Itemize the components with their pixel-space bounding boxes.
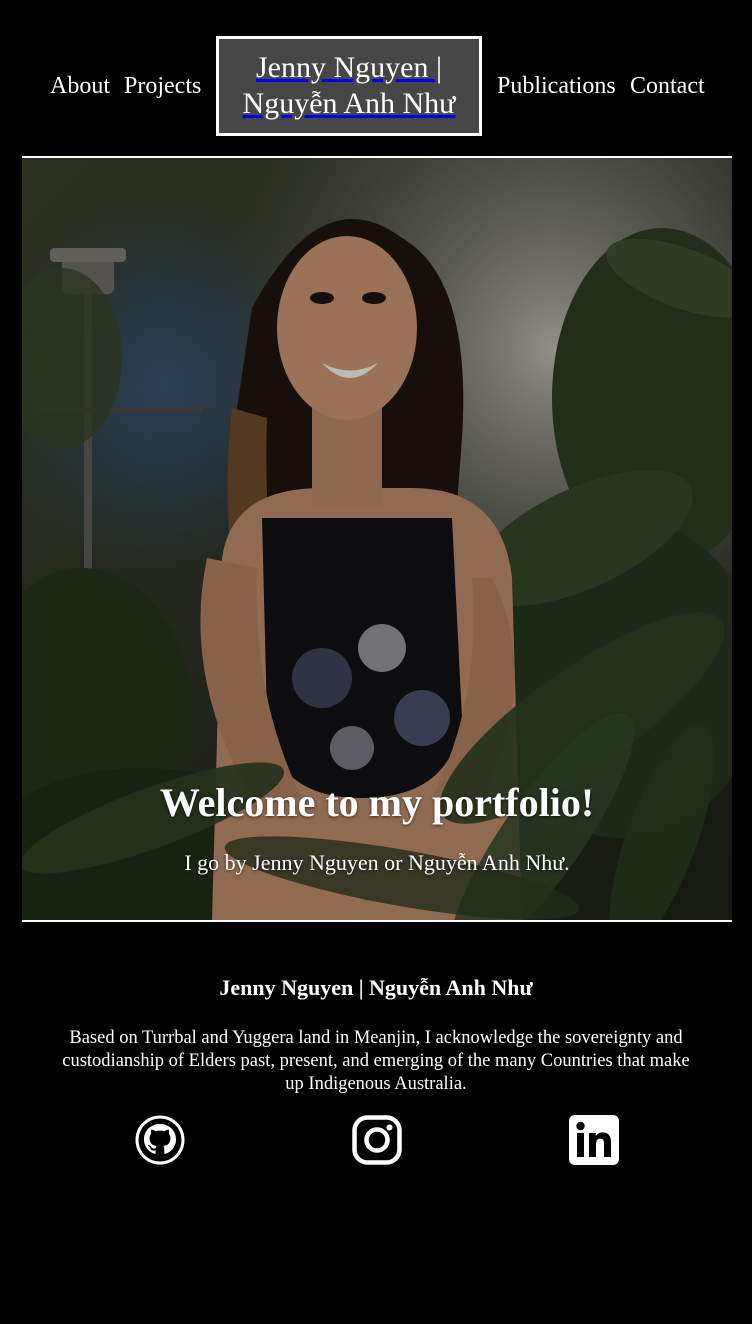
github-link[interactable] — [135, 1115, 185, 1165]
brand-home-link[interactable]: Jenny Nguyen | Nguyễn Anh Như — [216, 36, 482, 136]
instagram-icon — [352, 1115, 402, 1165]
top-nav: About Projects Jenny Nguyen | Nguyễn Anh… — [0, 36, 752, 136]
brand-title: Jenny Nguyen | Nguyễn Anh Như — [243, 50, 456, 122]
nav-link-projects[interactable]: Projects — [124, 72, 201, 100]
github-icon — [135, 1115, 185, 1165]
hero-section: Welcome to my portfolio! I go by Jenny N… — [22, 156, 732, 922]
linkedin-link[interactable] — [569, 1115, 619, 1165]
footer-acknowledgement: Based on Turrbal and Yuggera land in Mea… — [62, 1028, 690, 1094]
instagram-link[interactable] — [352, 1115, 402, 1165]
nav-link-about[interactable]: About — [50, 72, 110, 100]
hero-subtitle: I go by Jenny Nguyen or Nguyễn Anh Như. — [184, 850, 570, 875]
footer-name: Jenny Nguyen | Nguyễn Anh Như — [219, 975, 533, 1000]
nav-link-contact[interactable]: Contact — [630, 72, 705, 100]
page: About Projects Jenny Nguyen | Nguyễn Anh… — [0, 0, 752, 1324]
linkedin-icon — [569, 1115, 619, 1165]
nav-link-publications[interactable]: Publications — [497, 72, 616, 100]
hero-title: Welcome to my portfolio! — [159, 780, 595, 825]
brand-title-line1: Jenny Nguyen | — [256, 51, 442, 84]
brand-title-line2: Nguyễn Anh Như — [242, 87, 456, 120]
